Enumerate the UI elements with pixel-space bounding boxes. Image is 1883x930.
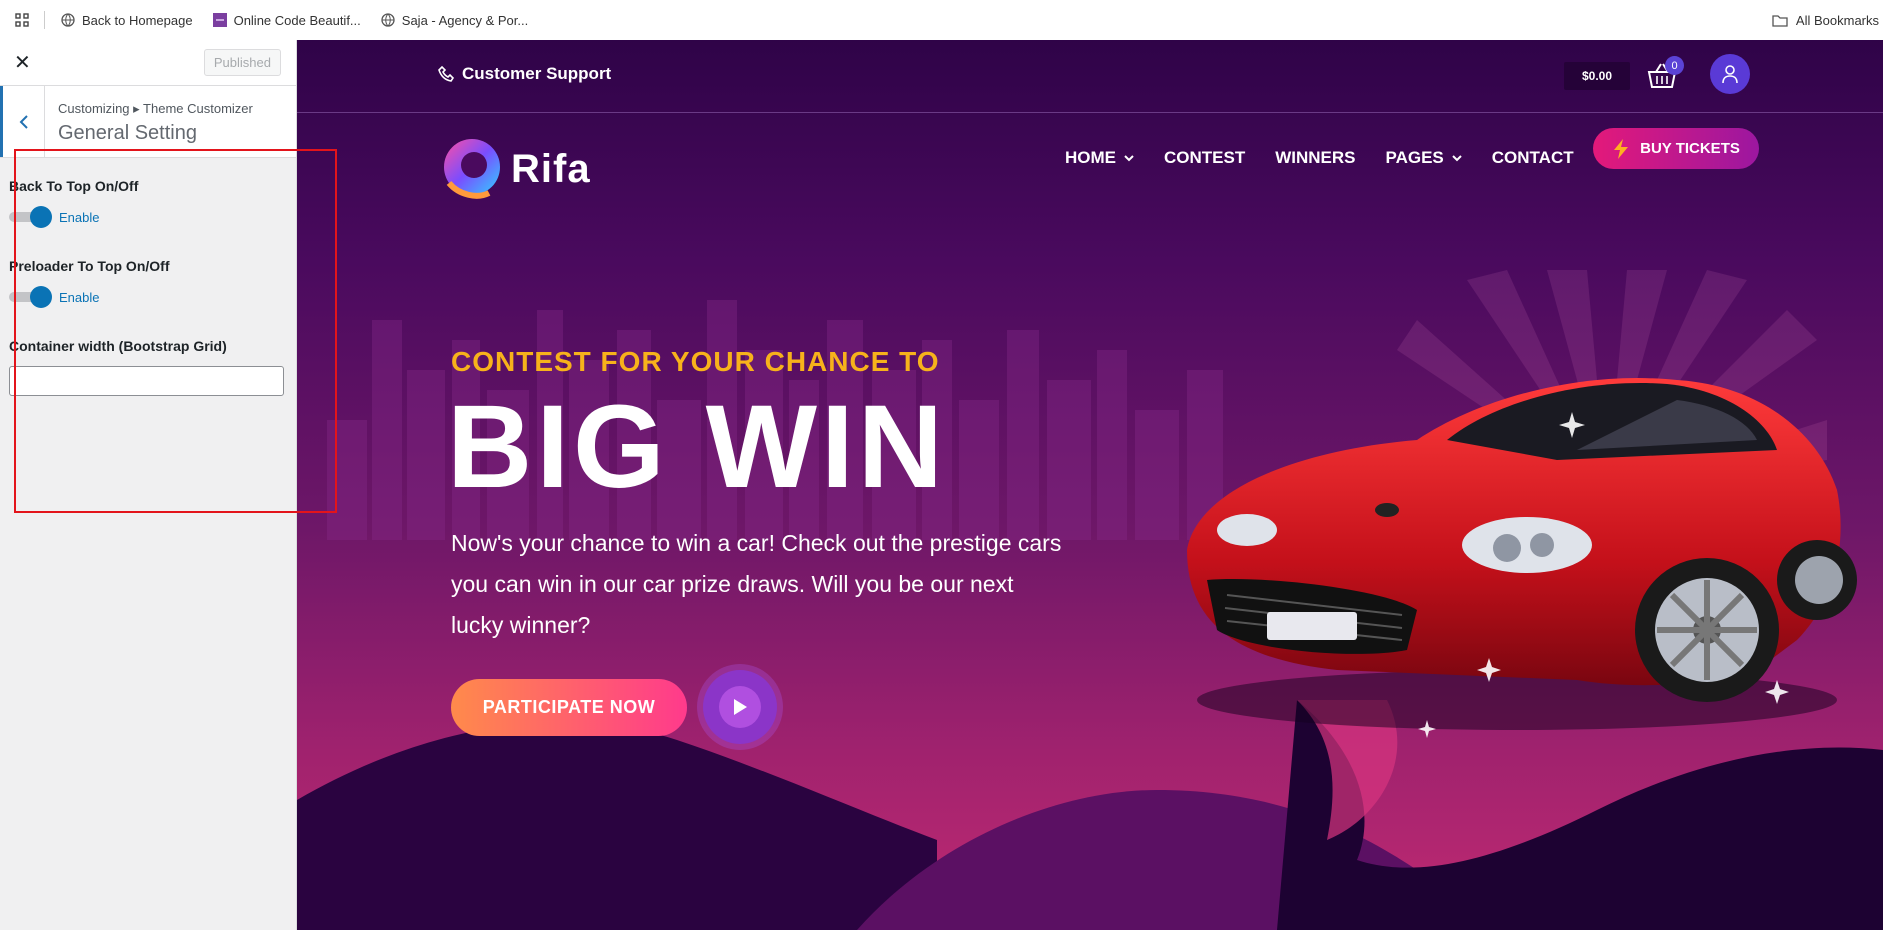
globe-icon (381, 13, 395, 27)
nav-item-winners[interactable]: WINNERS (1275, 148, 1355, 168)
customer-support-link[interactable]: Customer Support (438, 64, 611, 84)
nav-item-contest[interactable]: CONTEST (1164, 148, 1245, 168)
site-logo[interactable]: Rifa (439, 133, 591, 205)
close-icon[interactable]: ✕ (14, 53, 31, 73)
nav-label: PAGES (1385, 148, 1444, 167)
bookmark-label: Saja - Agency & Por... (401, 12, 529, 28)
apps-icon[interactable] (0, 13, 44, 27)
section-header: Customizing ▸ Theme Customizer General S… (0, 86, 296, 158)
customer-support-label: Customer Support (462, 64, 612, 83)
published-button[interactable]: Published (203, 49, 281, 76)
nav-label: WINNERS (1275, 148, 1356, 167)
play-video-button[interactable] (703, 670, 777, 744)
cart-count-badge: 0 (1665, 56, 1684, 75)
buy-tickets-label: BUY TICKETS (1640, 140, 1740, 157)
all-bookmarks-button[interactable]: All Bookmarks (1772, 13, 1883, 28)
hero-subtitle: CONTEST FOR YOUR CHANCE TO (451, 346, 940, 377)
buy-tickets-button[interactable]: BUY TICKETS (1593, 128, 1759, 169)
nav-menu: HOME CONTEST WINNERS PAGES CONTACT (1065, 148, 1604, 168)
nav-item-home[interactable]: HOME (1065, 148, 1134, 168)
bookmark-label: Back to Homepage (82, 12, 193, 28)
play-icon (734, 699, 747, 715)
bookmark-saja-agency[interactable]: Saja - Agency & Por... (381, 13, 528, 28)
cart-total: $0.00 (1564, 62, 1631, 90)
participate-now-button[interactable]: PARTICIPATE NOW (451, 679, 687, 736)
lightning-icon (1612, 138, 1630, 159)
breadcrumb: Customizing ▸ Theme Customizer (58, 101, 253, 116)
folder-icon (1772, 14, 1788, 27)
bookmarks-bar: Back to Homepage Online Code Beautif... … (0, 0, 1883, 40)
beautifier-icon (212, 13, 227, 27)
nav-label: CONTEST (1164, 148, 1246, 167)
nav-item-contact[interactable]: CONTACT (1492, 148, 1574, 168)
chevron-down-icon (1124, 154, 1134, 162)
user-account-button[interactable] (1710, 54, 1750, 94)
chevron-down-icon (1452, 154, 1462, 162)
red-sports-car-image (1187, 378, 1857, 738)
nav-label: CONTACT (1491, 148, 1574, 167)
user-icon (1722, 65, 1738, 84)
logo-mark (444, 139, 500, 199)
customizer-header-bar: ✕ Published (0, 40, 296, 86)
all-bookmarks-label: All Bookmarks (1795, 12, 1879, 28)
section-title: General Setting (58, 122, 197, 144)
nav-item-pages[interactable]: PAGES (1386, 148, 1462, 168)
site-preview: Customer Support $0.00 0 Rifa HOME CONTE… (297, 40, 1883, 930)
hero-description: Now's your chance to win a car! Check ou… (451, 530, 1062, 638)
globe-icon (61, 13, 75, 27)
hero-title: BIG WIN (447, 381, 947, 513)
back-button[interactable] (0, 86, 45, 157)
phone-icon (438, 65, 456, 83)
site-top-bar: Customer Support $0.00 0 (297, 40, 1883, 113)
main-navbar: Rifa HOME CONTEST WINNERS PAGES CONTACT (297, 114, 1883, 214)
nav-label: HOME (1065, 148, 1116, 167)
divider (44, 11, 45, 29)
play-button-inner (719, 686, 761, 728)
bookmark-back-to-homepage[interactable]: Back to Homepage (61, 13, 193, 28)
bookmark-online-code-beautifier[interactable]: Online Code Beautif... (212, 12, 361, 28)
highlight-annotation-box (14, 149, 337, 513)
chevron-left-icon (19, 114, 28, 129)
bookmark-label: Online Code Beautif... (233, 12, 361, 28)
logo-text: Rifa (511, 146, 591, 191)
